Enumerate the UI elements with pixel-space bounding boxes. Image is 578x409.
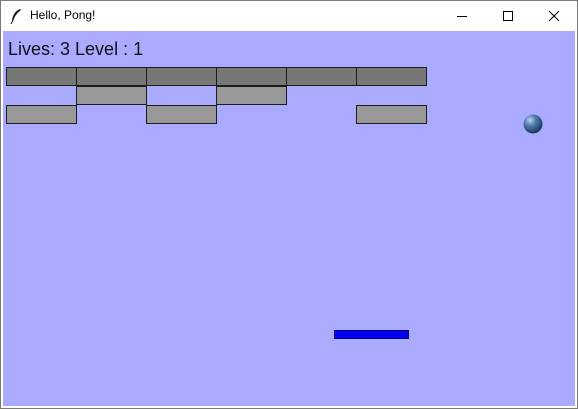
brick	[6, 105, 77, 124]
brick	[76, 86, 147, 105]
brick	[286, 67, 357, 86]
title-bar[interactable]: Hello, Pong!	[1, 1, 577, 30]
brick	[216, 67, 287, 86]
brick	[146, 105, 217, 124]
window-controls	[439, 1, 577, 30]
ball	[523, 114, 543, 134]
maximize-button[interactable]	[485, 1, 531, 30]
close-button[interactable]	[531, 1, 577, 30]
close-icon	[548, 10, 560, 21]
game-canvas[interactable]: Lives: 3 Level : 1	[3, 31, 575, 406]
window-title: Hello, Pong!	[30, 8, 96, 22]
lives-level-text: Lives: 3 Level : 1	[8, 39, 144, 59]
game-window: Hello, Pong! Lives: 3 Level : 1	[0, 0, 578, 409]
brick	[356, 105, 427, 124]
brick	[76, 67, 147, 86]
brick	[6, 67, 77, 86]
brick	[356, 67, 427, 86]
paddle[interactable]	[334, 330, 409, 339]
brick	[146, 67, 217, 86]
maximize-icon	[503, 10, 513, 21]
minimize-button[interactable]	[439, 1, 485, 30]
brick	[216, 86, 287, 105]
minimize-icon	[457, 15, 467, 17]
feather-icon	[10, 8, 21, 24]
